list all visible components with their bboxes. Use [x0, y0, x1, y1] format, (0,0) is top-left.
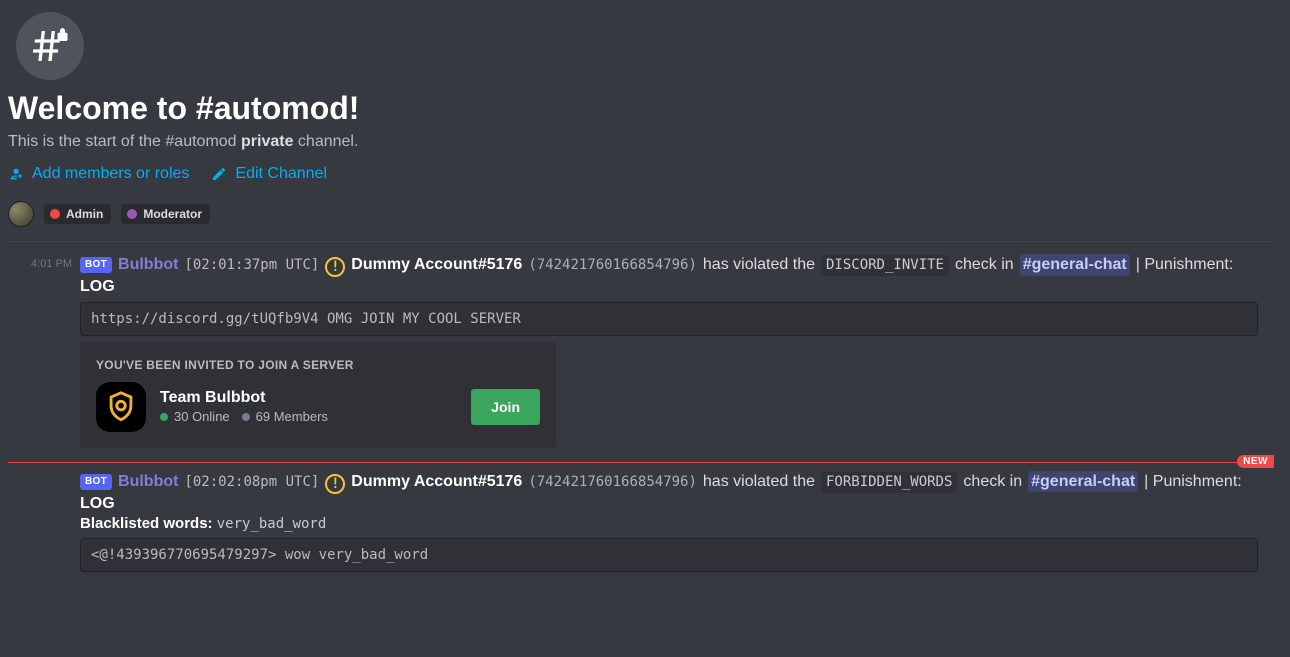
channel-mention[interactable]: #general-chat: [1028, 471, 1138, 493]
message: 4:01 PM BOT Bulbbot [02:01:37pm UTC] ! D…: [8, 252, 1274, 458]
blacklist-label: Blacklisted words:: [80, 515, 213, 532]
bot-name[interactable]: Bulbbot: [118, 471, 178, 493]
online-count: 30 Online: [174, 409, 230, 424]
check-name: DISCORD_INVITE: [821, 255, 949, 276]
add-members-button[interactable]: Add members or roles: [8, 165, 189, 183]
message-timestamp: 4:01 PM: [8, 254, 80, 452]
message-body: BOT Bulbbot [02:01:37pm UTC] ! Dummy Acc…: [80, 254, 1274, 452]
message-body: BOT Bulbbot [02:02:08pm UTC] ! Dummy Acc…: [80, 471, 1274, 578]
text-punishment: | Punishment:: [1136, 254, 1234, 276]
online-dot-icon: [160, 413, 168, 421]
warning-icon: !: [325, 474, 345, 494]
channel-mention[interactable]: #general-chat: [1020, 254, 1130, 276]
text-check-in: check in: [963, 471, 1022, 493]
invite-row: Team Bulbbot 30 Online 69 Members Join: [96, 382, 540, 432]
invite-header: YOU'VE BEEN INVITED TO JOIN A SERVER: [96, 358, 540, 372]
role-dot: [127, 209, 137, 219]
code-block: <@!439396770695479297> wow very_bad_word: [80, 538, 1258, 572]
welcome-desc-bold: private: [241, 133, 293, 150]
bot-tag: BOT: [80, 474, 112, 490]
role-chip-moderator[interactable]: Moderator: [121, 204, 210, 224]
text-violated: has violated the: [703, 471, 815, 493]
new-messages-divider: NEW: [8, 462, 1274, 463]
join-button[interactable]: Join: [471, 389, 540, 425]
bot-name[interactable]: Bulbbot: [118, 254, 178, 276]
message: BOT Bulbbot [02:02:08pm UTC] ! Dummy Acc…: [8, 469, 1274, 584]
warning-icon: !: [325, 257, 345, 277]
add-members-label: Add members or roles: [32, 165, 189, 183]
utc-time: [02:01:37pm UTC]: [184, 256, 319, 275]
add-members-icon: [8, 166, 24, 182]
check-name: FORBIDDEN_WORDS: [821, 472, 957, 493]
violator-id: (742421760166854796): [528, 473, 697, 492]
welcome-desc-suffix: channel.: [293, 133, 358, 150]
code-block: https://discord.gg/tUQfb9V4 OMG JOIN MY …: [80, 302, 1258, 336]
text-punishment: | Punishment:: [1144, 471, 1242, 493]
server-name: Team Bulbbot: [160, 389, 457, 407]
member-count: 69 Members: [256, 409, 328, 424]
log-label: LOG: [80, 495, 1274, 513]
new-pill: NEW: [1237, 455, 1274, 468]
server-icon: [96, 382, 146, 432]
server-status: 30 Online 69 Members: [160, 409, 457, 424]
invite-info: Team Bulbbot 30 Online 69 Members: [160, 389, 457, 424]
channel-actions: Add members or roles Edit Channel: [8, 165, 1274, 183]
avatar[interactable]: [8, 201, 34, 227]
blacklist-words: very_bad_word: [217, 516, 327, 532]
blacklist-line: Blacklisted words: very_bad_word: [80, 515, 1274, 532]
message-timestamp: [8, 471, 80, 578]
message-header: BOT Bulbbot [02:02:08pm UTC] ! Dummy Acc…: [80, 471, 1274, 493]
violator-id: (742421760166854796): [528, 256, 697, 275]
violator-name: Dummy Account#5176: [351, 471, 522, 493]
text-check-in: check in: [955, 254, 1014, 276]
role-label: Moderator: [143, 207, 202, 221]
message-header: BOT Bulbbot [02:01:37pm UTC] ! Dummy Acc…: [80, 254, 1274, 276]
text-violated: has violated the: [703, 254, 815, 276]
channel-icon: [16, 12, 84, 80]
role-chip-admin[interactable]: Admin: [44, 204, 111, 224]
welcome-desc-prefix: This is the start of the #automod: [8, 133, 241, 150]
divider: [8, 241, 1274, 242]
log-label: LOG: [80, 278, 1274, 296]
hash-lock-icon: [30, 26, 70, 66]
welcome-description: This is the start of the #automod privat…: [8, 133, 1274, 151]
edit-channel-label: Edit Channel: [235, 165, 327, 183]
invite-embed: YOU'VE BEEN INVITED TO JOIN A SERVER Tea…: [80, 342, 556, 448]
edit-channel-button[interactable]: Edit Channel: [211, 165, 327, 183]
welcome-title: Welcome to #automod!: [8, 90, 1274, 127]
role-dot: [50, 209, 60, 219]
pencil-icon: [211, 166, 227, 182]
channel-chat: Welcome to #automod! This is the start o…: [0, 0, 1290, 584]
member-dot-icon: [242, 413, 250, 421]
role-label: Admin: [66, 207, 103, 221]
bot-tag: BOT: [80, 257, 112, 273]
violator-name: Dummy Account#5176: [351, 254, 522, 276]
utc-time: [02:02:08pm UTC]: [184, 473, 319, 492]
roles-row: Admin Moderator: [8, 201, 1274, 227]
